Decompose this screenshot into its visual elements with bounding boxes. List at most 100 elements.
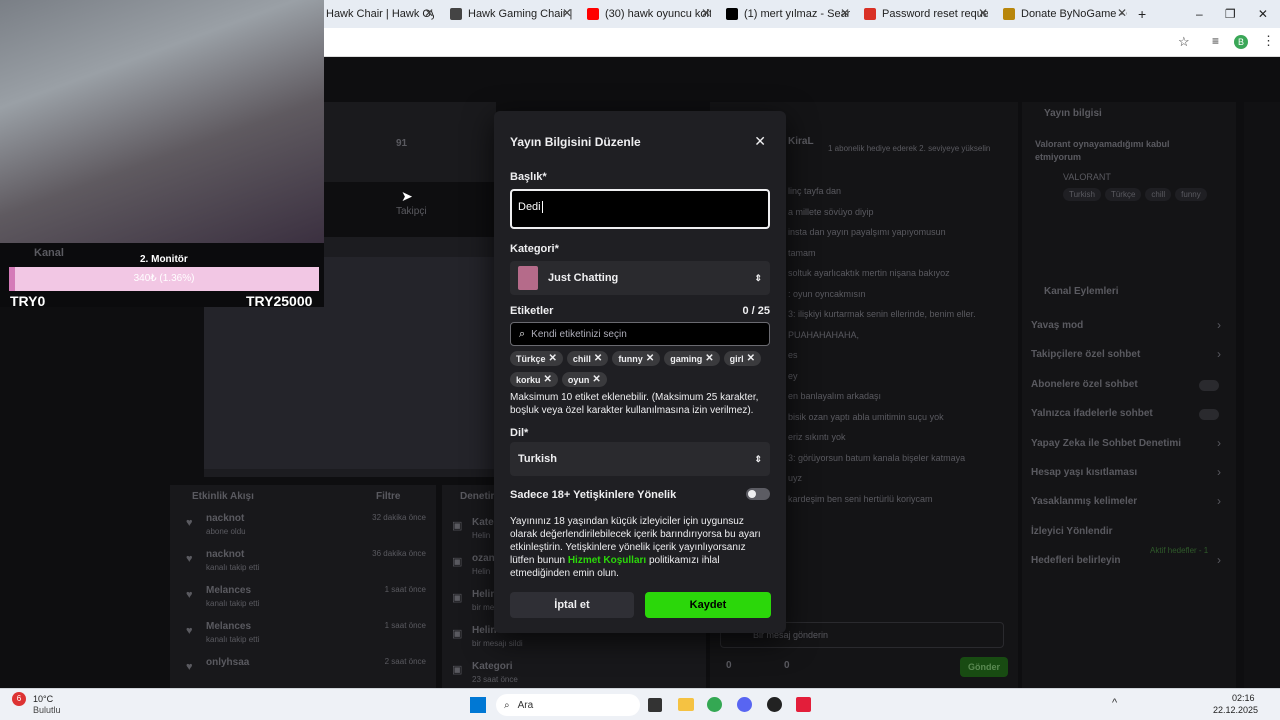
channel-action-item[interactable]: Yasaklanmış kelimeler › [1031, 494, 1227, 514]
chat-message: 3: görüyorsun batum kanala bişeler katma… [788, 452, 966, 463]
tag-search-input[interactable]: ⌕ Kendi etiketinizi seçin [510, 322, 770, 346]
close-tab-icon[interactable]: ✕ [978, 6, 988, 20]
windows-start-icon[interactable] [470, 697, 486, 713]
language-value: Turkish [518, 453, 557, 465]
save-button[interactable]: Kaydet [645, 592, 771, 618]
activity-time: 36 dakika önce [372, 549, 426, 558]
maximize-icon[interactable]: ❐ [1225, 7, 1236, 21]
stream-tag[interactable]: Turkish [1063, 188, 1101, 201]
weather-desc: Bulutlu [33, 705, 61, 715]
channel-actions-panel: Kanal Eylemleri Yavaş mod › Takipçilere öz… [1022, 282, 1236, 688]
stream-tag[interactable]: chill [1145, 188, 1172, 201]
terms-of-service-link[interactable]: Hizmet Koşulları [568, 555, 646, 566]
cancel-button[interactable]: İptal et [510, 592, 634, 618]
adult-content-help: Yayınınız 18 yaşından küçük izleyiciler … [510, 515, 772, 580]
activity-desc: kanalı takip etti [206, 599, 260, 608]
tag-chip-label: girl [729, 353, 744, 364]
activity-item: ♥ Melances kanalı takip etti 1 saat önce [170, 621, 436, 655]
activity-item: ♥ nacknot abone oldu 32 dakika önce [170, 513, 436, 547]
chat-message: ey [788, 370, 798, 381]
category-value: Just Chatting [548, 272, 619, 284]
stream-tag[interactable]: Türkçe [1104, 188, 1142, 201]
chevron-right-icon: › [1217, 553, 1221, 568]
channel-action-label: Yasaklanmış kelimeler [1031, 496, 1138, 508]
heart-icon: ♥ [186, 589, 193, 601]
category-thumbnail [518, 266, 538, 290]
title-input[interactable]: Dedi [510, 189, 770, 229]
close-icon[interactable]: ✕ [754, 133, 766, 150]
mouse-cursor: ➤ [401, 188, 413, 204]
browser-tab[interactable]: Hawk Gaming Chair | İsim✕ [450, 4, 572, 24]
remove-tag-icon[interactable]: ✕ [594, 353, 602, 364]
bynogame-icon [1003, 8, 1015, 20]
adult-content-toggle[interactable] [746, 488, 770, 500]
followers-count: 91 [396, 138, 408, 149]
channel-action-item[interactable]: Hesap yaşı kısıtlaması › [1031, 465, 1227, 485]
close-tab-icon[interactable]: ✕ [1117, 6, 1127, 20]
language-select[interactable]: Turkish ⇕ [510, 442, 770, 476]
chat-message: insta dan yayın payalşımı yapıyomusun [788, 227, 946, 237]
activity-filter-button[interactable]: Filtre [376, 491, 400, 502]
close-window-icon[interactable]: ✕ [1258, 7, 1268, 21]
chrome-icon[interactable] [707, 697, 722, 712]
media-icon[interactable]: ≡ [1212, 34, 1219, 48]
right-icon-rail [1244, 102, 1280, 688]
channel-action-item[interactable]: Yalnızca ifadelerle sohbet [1031, 406, 1227, 426]
remove-tag-icon[interactable]: ✕ [544, 374, 552, 385]
app-icon[interactable] [796, 697, 811, 712]
profile-avatar[interactable]: B [1234, 35, 1248, 49]
browser-tab[interactable]: Hawk Chair | Hawk Oyunc✕ [326, 4, 434, 24]
title-input-value: Dedi [518, 201, 541, 213]
discord-icon[interactable] [737, 697, 752, 712]
remove-tag-icon[interactable]: ✕ [592, 374, 600, 385]
sort-arrows-icon: ⇕ [754, 453, 762, 464]
trash-icon: ▣ [452, 556, 463, 568]
channel-action-item[interactable]: Yapay Zeka ile Sohbet Denetimi › [1031, 436, 1227, 456]
remove-tag-icon[interactable]: ✕ [646, 353, 654, 364]
stream-tag[interactable]: funny [1175, 188, 1207, 201]
obs-icon[interactable] [767, 697, 782, 712]
toggle-switch[interactable] [1199, 409, 1219, 421]
file-explorer-icon[interactable] [678, 698, 694, 711]
pen-icon [450, 8, 462, 20]
close-tab-icon[interactable]: ✕ [701, 6, 711, 20]
category-label: Kategori* [510, 243, 559, 255]
taskbar-search[interactable]: ⌕ Ara [496, 694, 640, 716]
minimize-icon[interactable]: – [1196, 7, 1203, 21]
tray-chevron-icon[interactable]: ^ [1112, 697, 1117, 709]
new-tab-button[interactable]: + [1138, 4, 1152, 24]
activity-item: ♥ onlyhsaa 2 saat önce [170, 657, 436, 691]
tags-label: Etiketler [510, 305, 554, 317]
task-view-icon[interactable] [648, 698, 662, 712]
followers-label: Takipçi [396, 206, 427, 217]
menu-icon[interactable]: ⋮ [1262, 33, 1275, 49]
browser-tab[interactable]: Password reset request -✕ [864, 4, 988, 24]
activity-item: ♥ nacknot kanalı takip etti 36 dakika önce [170, 549, 436, 583]
category-select[interactable]: Just Chatting ⇕ [510, 261, 770, 295]
chevron-right-icon: › [1217, 318, 1221, 332]
remove-tag-icon[interactable]: ✕ [549, 353, 557, 364]
close-tab-icon[interactable]: ✕ [562, 6, 572, 20]
browser-tab[interactable]: Donate ByNoGame - Gel✕ [1003, 4, 1127, 24]
close-tab-icon[interactable]: ✕ [424, 6, 434, 20]
channel-action-item[interactable]: İzleyici Yönlendir [1031, 524, 1227, 544]
chat-message: PUAHAHAHAHA, [788, 329, 860, 340]
remove-tag-icon[interactable]: ✕ [747, 353, 755, 364]
moderation-user: ozan [472, 553, 495, 564]
browser-tab[interactable]: (1) mert yılmaz - Sear ✕ [726, 4, 850, 24]
channel-action-label: Takipçilere özel sohbet [1031, 349, 1141, 361]
star-icon[interactable]: ☆ [1178, 34, 1190, 50]
toggle-switch[interactable] [1199, 379, 1219, 391]
tag-search-placeholder: Kendi etiketinizi seçin [531, 328, 627, 340]
close-tab-icon[interactable]: ✕ [840, 6, 850, 20]
channel-action-item[interactable]: Yavaş mod › [1031, 318, 1227, 338]
chat-send-button[interactable]: Gönder [960, 657, 1008, 677]
channel-action-item[interactable]: Takipçilere özel sohbet › [1031, 347, 1227, 367]
channel-action-item[interactable]: Hedefleri belirleyin › [1031, 553, 1227, 573]
chat-message: bisik ozan yaptı abla umitimin suçu yok [788, 411, 944, 422]
activity-feed: Etkinlik Akışı Filtre ♥ nacknot abone oldu… [170, 485, 436, 688]
browser-tab[interactable]: (30) hawk oyuncu koltuğu✕ [587, 4, 711, 24]
channel-action-item[interactable]: Abonelere özel sohbet [1031, 377, 1227, 397]
remove-tag-icon[interactable]: ✕ [705, 353, 713, 364]
moderation-user: Helin [472, 589, 497, 600]
